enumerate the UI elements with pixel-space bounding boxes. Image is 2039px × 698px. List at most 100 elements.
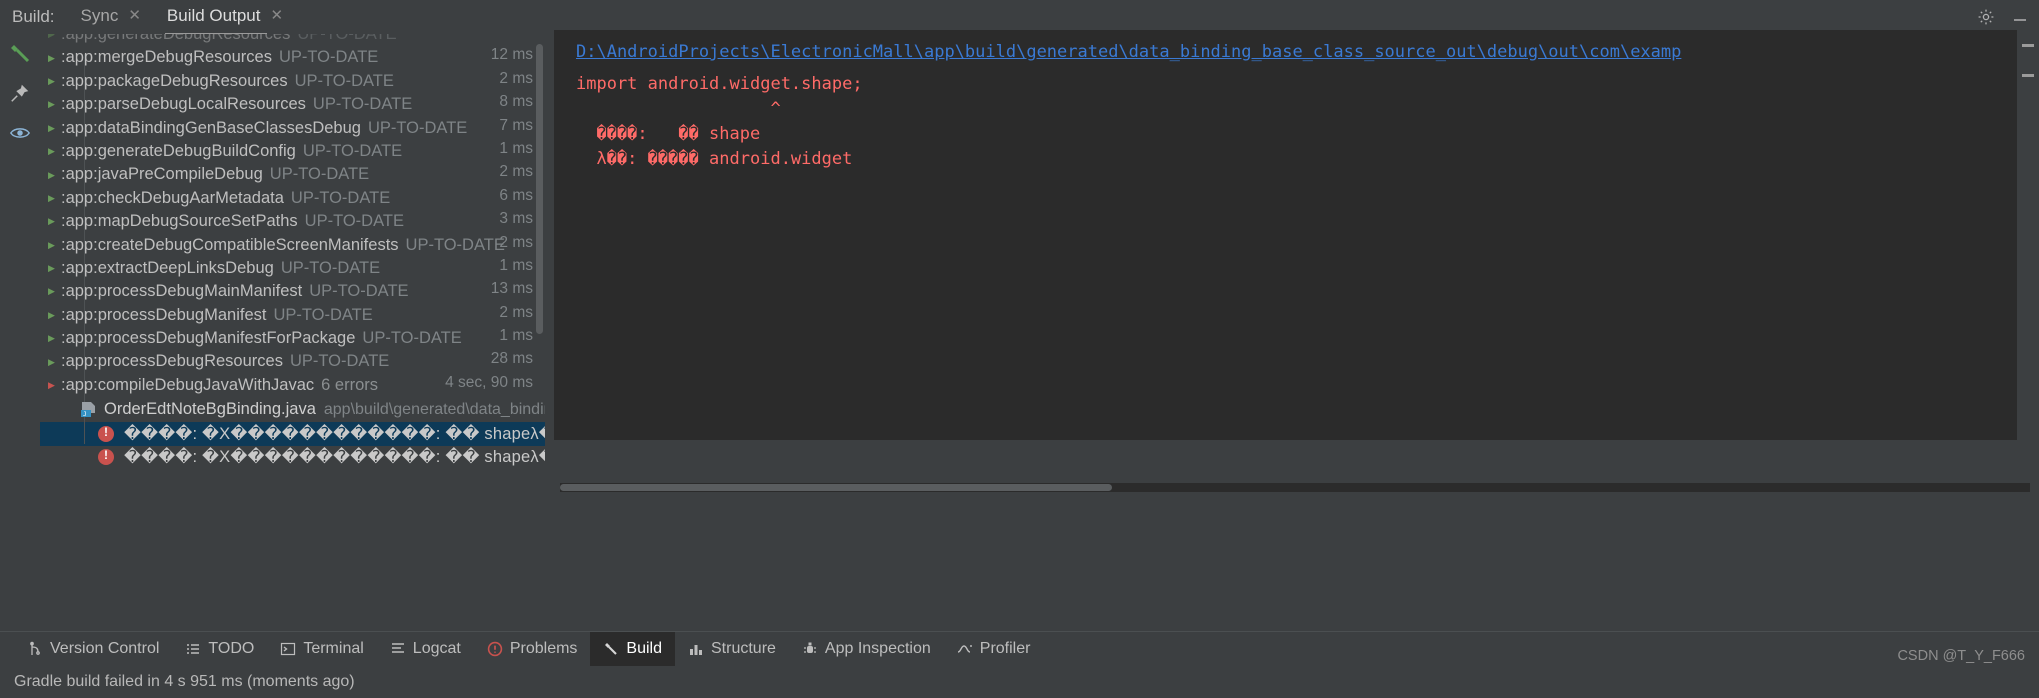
table-row[interactable]: ▶ :app:packageDebugResources UP-TO-DATE … [40, 70, 545, 93]
gear-icon[interactable] [1977, 8, 1995, 26]
tool-button-build[interactable]: Build [590, 631, 675, 667]
list-item-error[interactable]: ����: �X������������: �� shapeλ��: �����… [40, 422, 545, 446]
task-status: UP-TO-DATE [302, 141, 403, 160]
task-name: :app:processDebugManifestForPackage [61, 329, 356, 348]
tool-button-label: App Inspection [824, 640, 931, 657]
table-row[interactable]: ▶ :app:mergeDebugResources UP-TO-DATE 12… [40, 46, 545, 69]
task-time: 2 ms [499, 303, 533, 321]
table-row[interactable]: ▶ :app:checkDebugAarMetadata UP-TO-DATE … [40, 187, 545, 210]
tool-button-problems[interactable]: Problems [474, 632, 591, 667]
task-time: 2 ms [499, 69, 533, 87]
app-inspection-icon [802, 641, 818, 657]
task-time: 3 ms [499, 210, 533, 228]
terminal-icon [280, 641, 296, 657]
table-row[interactable]: ▶ :app:javaPreCompileDebug UP-TO-DATE 2 … [40, 163, 545, 186]
table-row[interactable]: ▶ :app:createDebugCompatibleScreenManife… [40, 234, 545, 257]
table-row[interactable]: ▶ :app:dataBindingGenBaseClassesDebug UP… [40, 117, 545, 140]
tool-button-label: Profiler [979, 640, 1031, 657]
close-icon[interactable]: ✕ [128, 8, 141, 23]
gutter-error-mark[interactable] [2022, 44, 2034, 47]
table-row[interactable]: ▶ :app:processDebugMainManifest UP-TO-DA… [40, 280, 545, 303]
task-status: UP-TO-DATE [289, 352, 390, 371]
build-output-console[interactable]: D:\AndroidProjects\ElectronicMall\app\bu… [554, 30, 2039, 440]
task-status: UP-TO-DATE [312, 95, 413, 114]
generated-file-link[interactable]: D:\AndroidProjects\ElectronicMall\app\bu… [576, 42, 2039, 62]
list-item-error[interactable]: ����: �X������������: �� shapeλ��: �� Or… [40, 446, 545, 468]
tab-sync[interactable]: Sync ✕ [79, 4, 143, 30]
tool-button-profiler[interactable]: Profiler [944, 632, 1044, 667]
table-row[interactable]: ▶ :app:mapDebugSourceSetPaths UP-TO-DATE… [40, 210, 545, 233]
status-bar: Gradle build failed in 4 s 951 ms (momen… [0, 666, 2039, 698]
table-row[interactable]: ▶ :app:extractDeepLinksDebug UP-TO-DATE … [40, 257, 545, 280]
problems-error-icon [487, 641, 503, 657]
tab-build-output-label: Build Output [166, 5, 261, 25]
table-row[interactable]: ▶ :app:processDebugManifest UP-TO-DATE 2… [40, 304, 545, 327]
scrollbar-thumb[interactable] [560, 484, 1112, 491]
tool-button-structure[interactable]: Structure [675, 632, 789, 667]
minimize-icon[interactable] [2011, 8, 2029, 26]
hammer-build-icon[interactable] [7, 40, 33, 66]
close-icon[interactable]: ✕ [270, 8, 283, 23]
tree-vertical-scrollbar[interactable] [536, 44, 543, 334]
task-name: :app:dataBindingGenBaseClassesDebug [61, 118, 361, 137]
table-row[interactable]: ▶ :app:generateDebugResources UP-TO-DATE [40, 34, 545, 46]
task-name: :app:processDebugMainManifest [61, 282, 303, 301]
status-bullet-icon: ▶ [48, 309, 55, 320]
task-name: :app:mergeDebugResources [61, 48, 272, 67]
watermark-text: CSDN @T_Y_F666 [1897, 648, 2025, 664]
header-actions [1977, 0, 2029, 34]
status-bullet-icon: ▶ [48, 286, 55, 297]
task-time: 1 ms [499, 256, 533, 274]
build-tool-window-header: Build: Sync ✕ Build Output ✕ [0, 0, 2039, 36]
gutter-error-mark[interactable] [2022, 74, 2034, 77]
task-name: :app:processDebugResources [61, 352, 283, 371]
console-line-caret: ^ [576, 99, 781, 119]
console-right-gutter[interactable] [2017, 30, 2039, 440]
tool-button-terminal[interactable]: Terminal [267, 632, 376, 667]
task-name: :app:createDebugCompatibleScreenManifest… [61, 235, 399, 254]
table-row[interactable]: ▶ :app:generateDebugBuildConfig UP-TO-DA… [40, 140, 545, 163]
task-status: UP-TO-DATE [269, 165, 370, 184]
panel-splitter[interactable] [545, 34, 554, 468]
tool-button-logcat[interactable]: Logcat [377, 632, 474, 667]
status-bullet-icon: ▶ [48, 52, 55, 63]
task-time: 28 ms [490, 350, 533, 368]
tool-button-todo[interactable]: TODO [172, 632, 267, 667]
task-status: UP-TO-DATE [367, 118, 468, 137]
status-bullet-icon: ▶ [48, 356, 55, 367]
table-row[interactable]: ▶ :app:compileDebugJavaWithJavac 6 error… [40, 374, 545, 397]
task-status: UP-TO-DATE [362, 329, 462, 348]
console-horizontal-scrollbar[interactable] [560, 483, 2030, 492]
task-status: UP-TO-DATE [405, 235, 505, 254]
java-file-path: app\build\generated\data_binding_base [323, 400, 545, 418]
table-row[interactable]: ▶ :app:parseDebugLocalResources UP-TO-DA… [40, 93, 545, 116]
bottom-tool-window-bar: Version Control TODO Terminal Logcat Pro… [0, 631, 2039, 667]
java-file-icon: J [80, 401, 97, 418]
task-status: UP-TO-DATE [280, 258, 381, 277]
table-row[interactable]: ▶ :app:processDebugManifestForPackage UP… [40, 327, 545, 350]
pin-icon[interactable] [7, 80, 33, 106]
android-studio-build-window: Build: Sync ✕ Build Output ✕ ▶:app:gene… [0, 0, 2039, 698]
task-status: UP-TO-DATE [309, 282, 409, 301]
error-icon [98, 448, 114, 466]
status-bullet-icon: ▶ [48, 216, 55, 227]
list-item-java-file[interactable]: J OrderEdtNoteBgBinding.java app\build\g… [40, 397, 545, 422]
task-status: UP-TO-DATE [273, 305, 373, 324]
eye-icon[interactable] [7, 120, 33, 146]
build-label: Build: [12, 6, 55, 26]
task-name: :app:generateDebugResources [61, 34, 291, 43]
tool-button-label: Build [626, 640, 662, 657]
task-name: :app:compileDebugJavaWithJavac [61, 375, 315, 394]
status-bullet-icon: ▶ [48, 263, 55, 274]
build-task-tree[interactable]: ▶ :app:generateDebugResources UP-TO-DATE… [40, 34, 545, 468]
task-status: 6 errors [321, 375, 378, 394]
tab-build-output[interactable]: Build Output ✕ [164, 4, 285, 36]
task-time: 6 ms [499, 186, 533, 204]
error-message: ����: �X������������: �� shapeλ��: �����… [124, 424, 545, 443]
task-name: :app:extractDeepLinksDebug [61, 258, 274, 277]
tool-button-version-control[interactable]: Version Control [14, 632, 172, 667]
tool-button-app-inspection[interactable]: App Inspection [789, 632, 944, 667]
console-line-location: λ��: ����� android.widget [576, 149, 853, 169]
table-row[interactable]: ▶ :app:processDebugResources UP-TO-DATE … [40, 350, 545, 373]
tool-button-label: Problems [509, 640, 578, 657]
